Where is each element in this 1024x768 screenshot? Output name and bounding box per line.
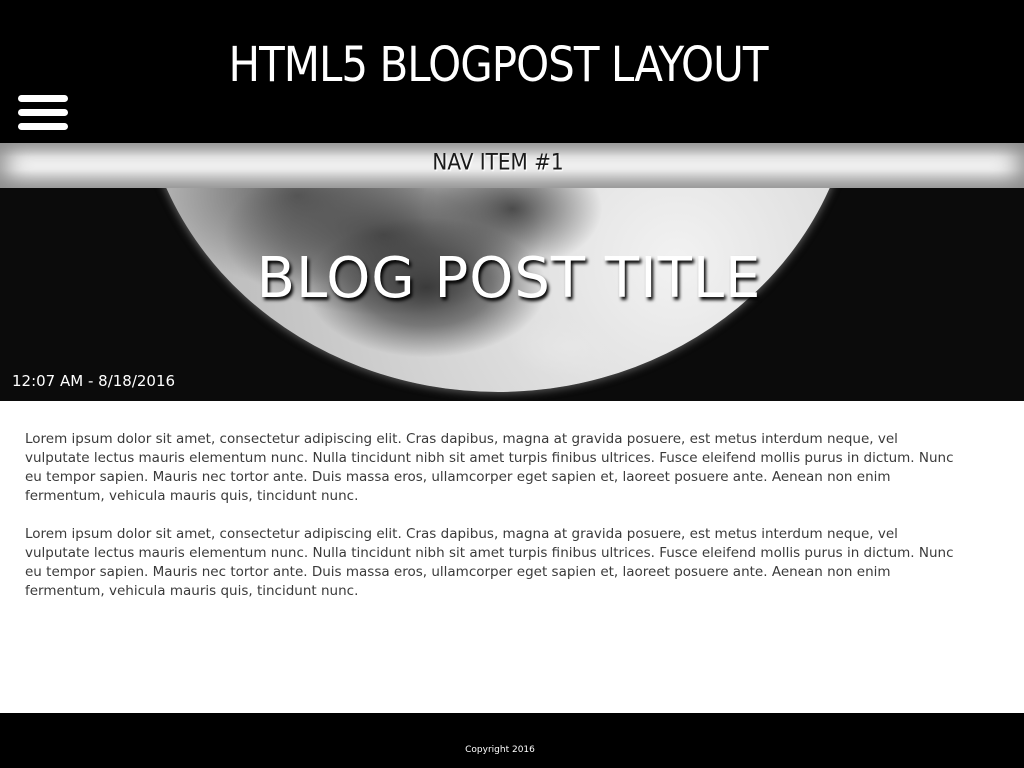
- site-footer: Copyright 2016: [0, 713, 1024, 768]
- hamburger-menu-icon[interactable]: [16, 95, 68, 135]
- hero-banner: BLOG POST TITLE 12:07 AM - 8/18/2016: [0, 188, 1024, 401]
- menu-bar: [18, 109, 68, 116]
- post-title: BLOG POST TITLE: [256, 246, 762, 311]
- nav-bar: NAV ITEM #1: [0, 143, 1024, 188]
- post-timestamp: 12:07 AM - 8/18/2016: [12, 372, 176, 390]
- site-title: HTML5 BLOGPOST LAYOUT: [228, 36, 769, 93]
- site-header: HTML5 BLOGPOST LAYOUT: [0, 0, 1024, 143]
- menu-bar: [18, 123, 68, 130]
- post-paragraph: Lorem ipsum dolor sit amet, consectetur …: [25, 526, 954, 599]
- nav-item-1[interactable]: NAV ITEM #1: [0, 149, 996, 175]
- copyright-text: Copyright 2016: [465, 745, 535, 755]
- post-content: Lorem ipsum dolor sit amet, consectetur …: [25, 430, 965, 620]
- menu-bar: [18, 95, 68, 102]
- post-paragraph: Lorem ipsum dolor sit amet, consectetur …: [25, 431, 954, 504]
